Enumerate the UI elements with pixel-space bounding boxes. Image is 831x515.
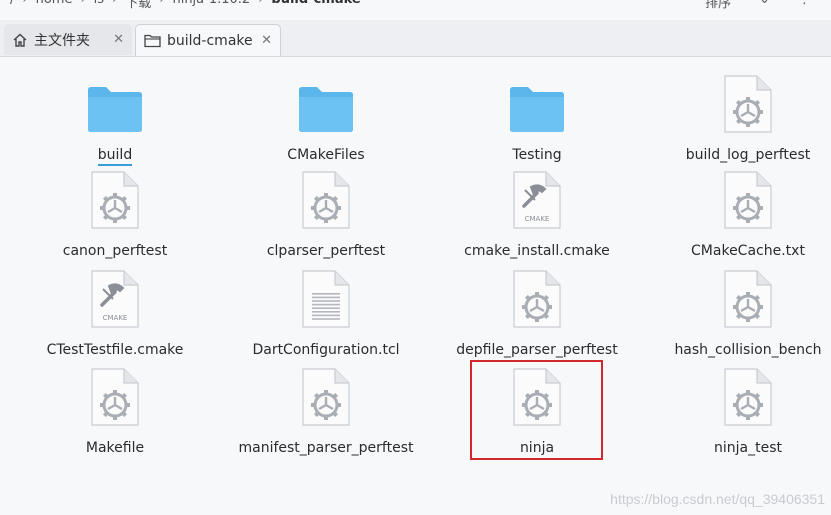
file-item[interactable]: build_log_perftest — [643, 72, 831, 171]
breadcrumb-bar: / › home › ls › 下载 › ninja-1.10.2 › buil… — [0, 0, 831, 14]
file-name: Testing — [512, 147, 562, 163]
file-item[interactable]: DartConfiguration.tcl — [221, 267, 431, 366]
breadcrumb-separator: › — [112, 0, 117, 11]
breadcrumb-current[interactable]: build-cmake — [271, 0, 360, 11]
cmake-file-icon: CMAKE — [512, 168, 562, 230]
folder-icon — [297, 72, 355, 134]
file-item[interactable]: ninja_test — [643, 365, 831, 464]
breadcrumb-downloads[interactable]: 下载 — [125, 0, 151, 11]
file-name: DartConfiguration.tcl — [252, 342, 400, 358]
tab-label: build-cmake — [167, 32, 253, 49]
folder-outline-icon — [144, 34, 161, 48]
file-item[interactable]: clparser_perftest — [221, 168, 431, 267]
executable-file-icon — [301, 168, 351, 230]
home-icon — [13, 33, 27, 47]
breadcrumb-separator: › — [22, 0, 27, 11]
breadcrumb-ninja[interactable]: ninja-1.10.2 — [172, 0, 250, 11]
cmake-badge-text: CMAKE — [103, 314, 128, 322]
executable-file-icon — [90, 365, 140, 427]
file-name: depfile_parser_perftest — [456, 342, 618, 358]
cmake-file-icon: CMAKE — [90, 267, 140, 329]
chevron-down-icon[interactable]: ⌄ — [759, 0, 770, 11]
sort-button[interactable]: 排序 — [705, 0, 731, 11]
file-name: ninja_test — [714, 440, 782, 456]
more-icon[interactable]: ⋮ — [798, 0, 811, 11]
cmake-badge-text: CMAKE — [525, 215, 550, 223]
file-item[interactable]: CMAKE cmake_install.cmake — [432, 168, 642, 267]
file-name: canon_perftest — [62, 243, 168, 259]
file-name: CTestTestfile.cmake — [46, 342, 184, 358]
executable-file-icon — [723, 168, 773, 230]
executable-file-icon — [723, 267, 773, 329]
file-name: manifest_parser_perftest — [238, 440, 414, 456]
view-controls: 排序 ⌄ ⋮ — [705, 0, 811, 11]
file-item[interactable]: manifest_parser_perftest — [221, 365, 431, 464]
breadcrumb-home[interactable]: home — [36, 0, 73, 11]
text-file-icon — [301, 267, 351, 329]
file-name: CMakeFiles — [287, 147, 365, 163]
breadcrumb: / › home › ls › 下载 › ninja-1.10.2 › buil… — [10, 0, 361, 11]
breadcrumb-ls[interactable]: ls — [94, 0, 104, 11]
watermark: https://blog.csdn.net/qq_39406351 — [610, 491, 825, 507]
file-item[interactable]: build — [10, 72, 220, 171]
breadcrumb-separator: › — [159, 0, 164, 11]
highlight-annotation — [470, 360, 603, 460]
tab-label: 主文件夹 — [34, 32, 90, 49]
executable-file-icon — [512, 267, 562, 329]
file-item[interactable]: CMakeFiles — [221, 72, 431, 171]
file-name: build_log_perftest — [685, 147, 811, 163]
file-name: CMakeCache.txt — [691, 243, 805, 259]
file-name: cmake_install.cmake — [464, 243, 610, 259]
close-icon[interactable]: ✕ — [113, 32, 124, 47]
breadcrumb-root[interactable]: / — [10, 0, 14, 11]
file-item[interactable]: Makefile — [10, 365, 220, 464]
tab-build-cmake[interactable]: build-cmake ✕ — [135, 24, 281, 56]
executable-file-icon — [90, 168, 140, 230]
file-item[interactable]: Testing — [432, 72, 642, 171]
breadcrumb-separator: › — [80, 0, 85, 11]
file-item[interactable]: canon_perftest — [10, 168, 220, 267]
file-item[interactable]: hash_collision_bench — [643, 267, 831, 366]
folder-icon — [508, 72, 566, 134]
breadcrumb-separator: › — [258, 0, 263, 11]
folder-icon — [86, 72, 144, 134]
file-item[interactable]: depfile_parser_perftest — [432, 267, 642, 366]
tab-home[interactable]: 主文件夹 ✕ — [4, 24, 132, 55]
executable-file-icon — [723, 365, 773, 427]
close-icon[interactable]: ✕ — [261, 33, 272, 48]
file-item[interactable]: CMAKE CTestTestfile.cmake — [10, 267, 220, 366]
file-item[interactable]: CMakeCache.txt — [643, 168, 831, 267]
executable-file-icon — [723, 72, 773, 134]
file-name: Makefile — [85, 440, 145, 456]
file-name: build — [97, 147, 133, 166]
file-name: hash_collision_bench — [674, 342, 822, 358]
file-grid: build CMakeFiles Testing build_log_perft… — [0, 57, 831, 515]
tab-bar: 主文件夹 ✕ build-cmake ✕ — [0, 20, 831, 57]
file-name: clparser_perftest — [266, 243, 386, 259]
executable-file-icon — [301, 365, 351, 427]
